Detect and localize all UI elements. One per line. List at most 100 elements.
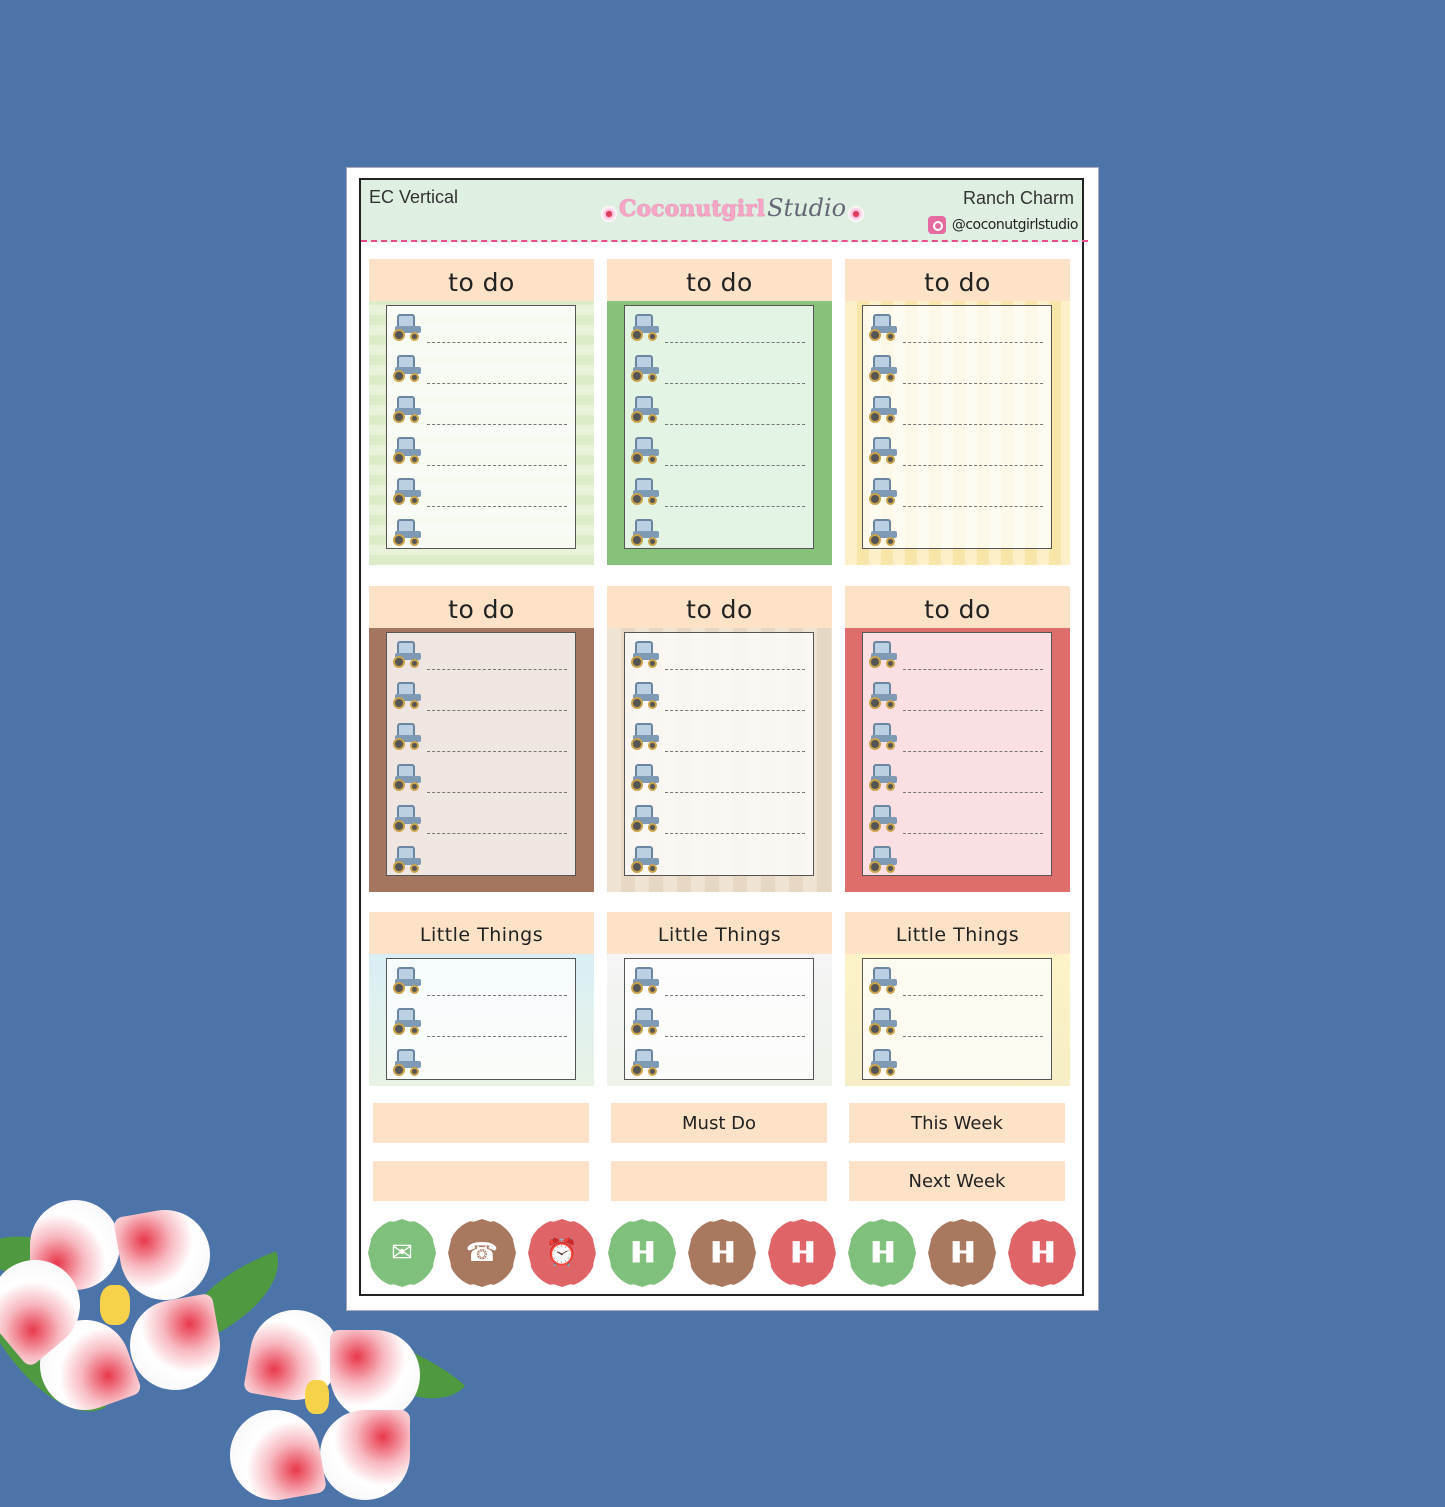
checklist-row (625, 429, 813, 470)
icon-sticker: ⏰ (531, 1222, 593, 1284)
icon-sticker: ▐━▌ (931, 1222, 993, 1284)
dashed-writing-line (903, 792, 1043, 793)
tractor-icon (391, 355, 423, 382)
dashed-writing-line (903, 833, 1043, 834)
little-things-background (607, 954, 832, 1086)
tractor-icon (391, 723, 423, 750)
checklist-row (863, 388, 1051, 429)
tractor-icon (629, 1049, 661, 1076)
tractor-icon (391, 314, 423, 341)
instagram-icon (927, 216, 946, 234)
tractor-icon (629, 314, 661, 341)
dashed-writing-line (665, 792, 805, 793)
todo-list-box (624, 632, 814, 876)
label-sticker (373, 1103, 589, 1143)
checklist-row (625, 715, 813, 756)
checklist-row (387, 470, 575, 511)
dashed-writing-line (427, 669, 567, 670)
tractor-icon (867, 478, 899, 505)
checklist-row (863, 429, 1051, 470)
dumbbell-icon: ▐━▌ (945, 1242, 981, 1263)
dumbbell-icon: ▐━▌ (865, 1242, 901, 1263)
little-things-title: Little Things (845, 912, 1070, 954)
studio-logo: Coconutgirl Studio (601, 194, 865, 222)
icon-sticker: ▐━▌ (771, 1222, 833, 1284)
tractor-icon (867, 846, 899, 873)
checklist-row (863, 306, 1051, 347)
checklist-row (863, 1000, 1051, 1041)
checklist-row (625, 470, 813, 511)
checklist-row (625, 511, 813, 552)
tractor-icon (391, 396, 423, 423)
tractor-icon (629, 805, 661, 832)
tractor-icon (867, 682, 899, 709)
todo-card-title: to do (845, 586, 1070, 628)
dashed-writing-line (665, 1036, 805, 1037)
tractor-icon (629, 641, 661, 668)
little-things-list-box (862, 958, 1052, 1080)
checklist-row (625, 1041, 813, 1082)
dashed-writing-line (665, 383, 805, 384)
todo-card-background (369, 301, 594, 565)
logo-flower-icon (601, 206, 617, 222)
icon-sticker: ▐━▌ (691, 1222, 753, 1284)
icon-sticker: ▐━▌ (611, 1222, 673, 1284)
checklist-row (387, 429, 575, 470)
checklist-row (387, 306, 575, 347)
checklist-row (863, 797, 1051, 838)
todo-card: to do (369, 259, 594, 565)
dashed-writing-line (665, 669, 805, 670)
checklist-row (387, 388, 575, 429)
checklist-row (625, 1000, 813, 1041)
checklist-row (387, 715, 575, 756)
todo-card-title: to do (607, 586, 832, 628)
label-sticker: Next Week (849, 1161, 1065, 1201)
sheet-type-label: EC Vertical (369, 187, 459, 207)
tractor-icon (391, 437, 423, 464)
todo-card-background (845, 628, 1070, 892)
dumbbell-icon: ▐━▌ (705, 1242, 741, 1263)
tractor-icon (867, 1049, 899, 1076)
hibiscus-flower-decoration (0, 1190, 480, 1507)
checklist-row (863, 756, 1051, 797)
tractor-icon (391, 519, 423, 546)
tractor-icon (391, 682, 423, 709)
dashed-writing-line (665, 342, 805, 343)
checklist-row (863, 715, 1051, 756)
dashed-writing-line (903, 751, 1043, 752)
todo-list-box (862, 305, 1052, 549)
todo-card: to do (845, 259, 1070, 565)
label-sticker: This Week (849, 1103, 1065, 1143)
checklist-row (863, 633, 1051, 674)
dashed-writing-line (427, 751, 567, 752)
tractor-icon (629, 682, 661, 709)
handle-text: @coconutgirlstudio (951, 217, 1079, 233)
tractor-icon (629, 967, 661, 994)
todo-card: to do (607, 259, 832, 565)
tractor-icon (867, 314, 899, 341)
checklist-row (625, 797, 813, 838)
todo-list-box (624, 305, 814, 549)
tractor-icon (867, 723, 899, 750)
dashed-writing-line (427, 506, 567, 507)
dumbbell-icon: ▐━▌ (1025, 1242, 1061, 1263)
dashed-writing-line (903, 506, 1043, 507)
checklist-row (387, 959, 575, 1000)
checklist-row (863, 1041, 1051, 1082)
checklist-row (387, 838, 575, 879)
dashed-writing-line (665, 424, 805, 425)
logo-text-script: Studio (767, 194, 847, 222)
social-handle: @coconutgirlstudio (927, 216, 1079, 234)
checklist-row (387, 1000, 575, 1041)
tractor-icon (391, 967, 423, 994)
checklist-row (625, 306, 813, 347)
dashed-writing-line (903, 669, 1043, 670)
tractor-icon (629, 764, 661, 791)
little-things-card: Little Things (369, 912, 594, 1086)
todo-card-background (607, 301, 832, 565)
sheet-header: EC Vertical Coconutgirl Studio Ranch Cha… (361, 180, 1088, 242)
todo-card-title: to do (369, 259, 594, 301)
todo-card-title: to do (607, 259, 832, 301)
dashed-writing-line (903, 1036, 1043, 1037)
little-things-background (369, 954, 594, 1086)
